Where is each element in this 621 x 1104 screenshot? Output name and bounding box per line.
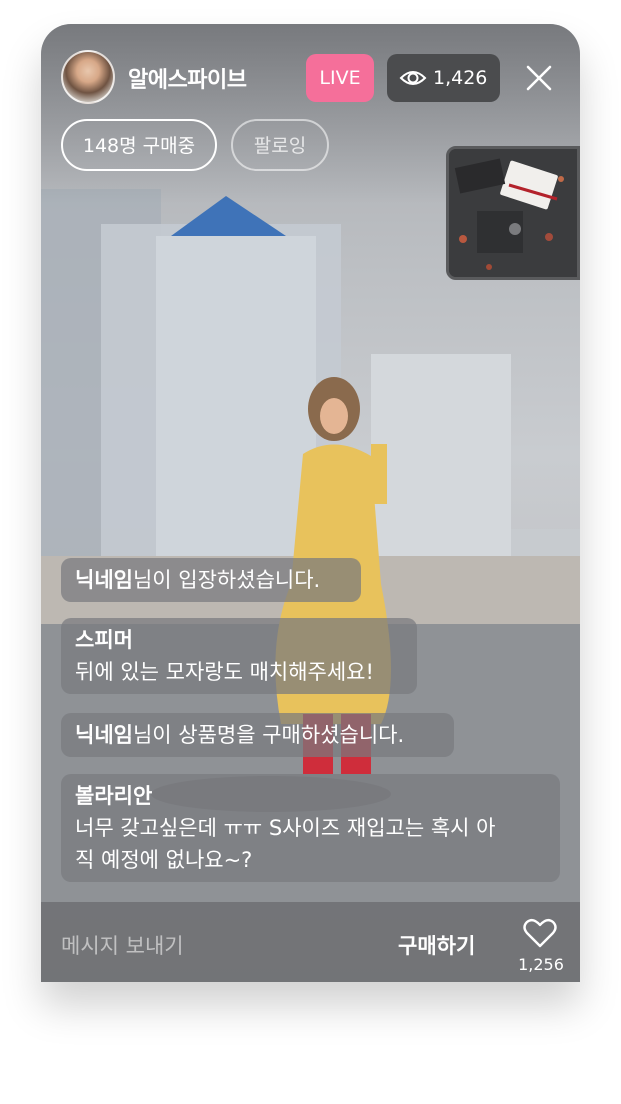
chat-message: 닉네임님이 입장하셨습니다.: [61, 558, 361, 602]
channel-name[interactable]: 알에스파이브: [128, 62, 247, 94]
chat-message: 볼라리안 너무 갖고싶은데 ㅠㅠ S사이즈 재입고는 혹시 아 직 예정에 없나…: [61, 774, 560, 882]
live-badge: LIVE: [306, 54, 374, 102]
chat-text-line: 직 예정에 없나요~?: [75, 848, 253, 872]
viewer-count: 1,426: [433, 67, 488, 89]
live-stream-screen: 알에스파이브 LIVE 1,426 148명 구매중 팔로잉 닉네임님이 입장하…: [41, 24, 580, 982]
chat-username: 닉네임: [75, 568, 133, 592]
channel-avatar[interactable]: [61, 50, 115, 104]
bottom-action-bar: 메시지 보내기 구매하기 1,256: [41, 902, 580, 982]
chat-text: 님이 상품명을 구매하셨습니다.: [132, 723, 405, 747]
buyers-count-pill: 148명 구매중: [61, 119, 217, 171]
buy-button[interactable]: 구매하기: [398, 930, 475, 960]
eye-icon: [399, 71, 427, 85]
like-count: 1,256: [518, 955, 564, 974]
chat-username: 닉네임: [75, 723, 133, 747]
product-image: [449, 149, 577, 277]
message-input[interactable]: 메시지 보내기: [61, 930, 184, 960]
chat-username: 볼라리안: [75, 784, 153, 808]
product-thumbnail[interactable]: [446, 146, 580, 280]
close-icon[interactable]: [525, 64, 553, 92]
chat-text: 뒤에 있는 모자랑도 매치해주세요!: [75, 660, 374, 684]
follow-button[interactable]: 팔로잉: [231, 119, 329, 171]
chat-text: 님이 입장하셨습니다.: [132, 568, 321, 592]
viewer-count-badge: 1,426: [387, 54, 500, 102]
chat-message: 닉네임님이 상품명을 구매하셨습니다.: [61, 713, 454, 757]
chat-username: 스피머: [75, 628, 133, 652]
chat-text-line: 너무 갖고싶은데 ㅠㅠ S사이즈 재입고는 혹시 아: [75, 816, 496, 840]
heart-icon[interactable]: [523, 917, 557, 949]
chat-message: 스피머 뒤에 있는 모자랑도 매치해주세요!: [61, 618, 417, 694]
